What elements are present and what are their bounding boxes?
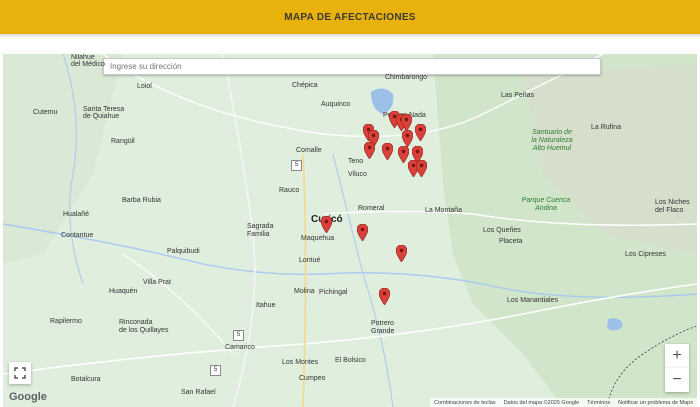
place-placeta: Placeta xyxy=(499,238,523,245)
place-villa-prat: Villa Prat xyxy=(143,279,171,286)
map-marker[interactable] xyxy=(381,142,394,161)
place-itahue: Itahue xyxy=(256,302,276,309)
report-problem-link[interactable]: Notificar un problema de Maps xyxy=(618,400,693,406)
map-marker[interactable] xyxy=(363,141,376,160)
place-el-bolsico: El Bolsico xyxy=(335,357,366,364)
place-santuario: Santuario de la Naturaleza Alto Huemul xyxy=(531,129,573,152)
place-comalle: Comalle xyxy=(296,147,322,154)
route-shield: 5 xyxy=(233,330,244,341)
place-huaquen: Huaquén xyxy=(109,288,138,295)
fullscreen-icon xyxy=(14,367,26,379)
fullscreen-button[interactable] xyxy=(9,362,31,384)
place-rinconada: Rinconada de los Quillayes xyxy=(119,319,169,334)
place-viluco: Viluco xyxy=(348,171,367,178)
place-chimbarongo: Chimbarongo xyxy=(385,74,428,81)
place-los-cipreses: Los Cipreses xyxy=(625,251,666,258)
map-footer: Combinaciones de teclas Datos del mapa ©… xyxy=(430,398,697,407)
place-la-rufina: La Rufina xyxy=(591,124,621,131)
place-hualane: Hualañé xyxy=(63,211,90,218)
map-marker[interactable] xyxy=(395,244,408,263)
map-view[interactable]: Nilahuedel Médico Chimbarongo Loiol Chép… xyxy=(3,54,697,407)
map-marker[interactable] xyxy=(415,159,428,178)
map-marker[interactable] xyxy=(378,287,391,306)
map-marker[interactable] xyxy=(320,215,333,234)
place-sagrada-familia: Sagrada Familia xyxy=(247,223,274,238)
place-ranguil: Rangüil xyxy=(111,138,135,145)
place-palquibudi: Palquibudi xyxy=(167,248,200,255)
place-potrero-grande: Potrero Grande xyxy=(371,320,395,335)
google-logo: Google xyxy=(9,391,47,403)
place-santa-teresa: Santa Teresa de Quiahue xyxy=(83,106,125,120)
place-la-montana: La Montaña xyxy=(425,207,462,214)
header-shadow xyxy=(0,34,700,54)
place-rauco: Rauco xyxy=(279,187,300,194)
place-romeral: Romeral xyxy=(358,205,385,212)
place-cutemu: Cutemu xyxy=(33,109,58,116)
place-parque-cuenca: Parque Cuenca Andina xyxy=(521,197,571,212)
zoom-in-button[interactable]: + xyxy=(665,344,689,368)
place-nilahue: Nilahue del Médico xyxy=(71,54,105,68)
place-botalcura: Botalcura xyxy=(71,376,101,383)
address-search-input[interactable] xyxy=(103,58,601,75)
place-barba-rubia: Barba Rubia xyxy=(122,197,161,204)
place-cumpeo: Cumpeo xyxy=(299,375,326,382)
zoom-out-button[interactable]: − xyxy=(665,368,689,392)
place-loiol: Loiol xyxy=(137,83,152,90)
map-data-credit: Datos del mapa ©2025 Google xyxy=(503,399,580,406)
place-contantue: Contantue xyxy=(61,232,94,239)
place-rapilermo: Rapilermo xyxy=(50,318,82,325)
place-los-quenes: Los Queñes xyxy=(483,227,521,234)
place-auquinco: Auquinco xyxy=(321,101,351,108)
terms-link[interactable]: Términos xyxy=(587,400,610,406)
map-marker[interactable] xyxy=(414,123,427,142)
page-title: MAPA DE AFECTACIONES xyxy=(284,11,416,23)
app-header: MAPA DE AFECTACIONES xyxy=(0,0,700,34)
place-los-montes: Los Montes xyxy=(282,359,319,366)
place-lontue: Lontué xyxy=(299,257,321,264)
route-shield: 5 xyxy=(291,160,302,171)
route-shield: 5 xyxy=(210,365,221,376)
place-san-rafael: San Rafael xyxy=(181,389,216,396)
place-los-niches: Los Niches del Flaco xyxy=(655,199,690,214)
place-chepica: Chépica xyxy=(292,82,318,89)
place-los-manantiales: Los Manantiales xyxy=(507,297,558,304)
map-marker[interactable] xyxy=(401,129,414,148)
place-molina: Molina xyxy=(294,288,315,295)
place-camarico: Camarico xyxy=(225,344,255,351)
map-marker[interactable] xyxy=(356,223,369,242)
map-marker[interactable] xyxy=(400,113,413,132)
place-teno: Teno xyxy=(348,158,364,165)
place-maquehua: Maquehua xyxy=(301,235,335,242)
place-pichingal: Pichingal xyxy=(319,289,348,296)
keyboard-shortcuts-link[interactable]: Combinaciones de teclas xyxy=(434,400,495,406)
place-las-penas: Las Peñas xyxy=(501,92,535,99)
